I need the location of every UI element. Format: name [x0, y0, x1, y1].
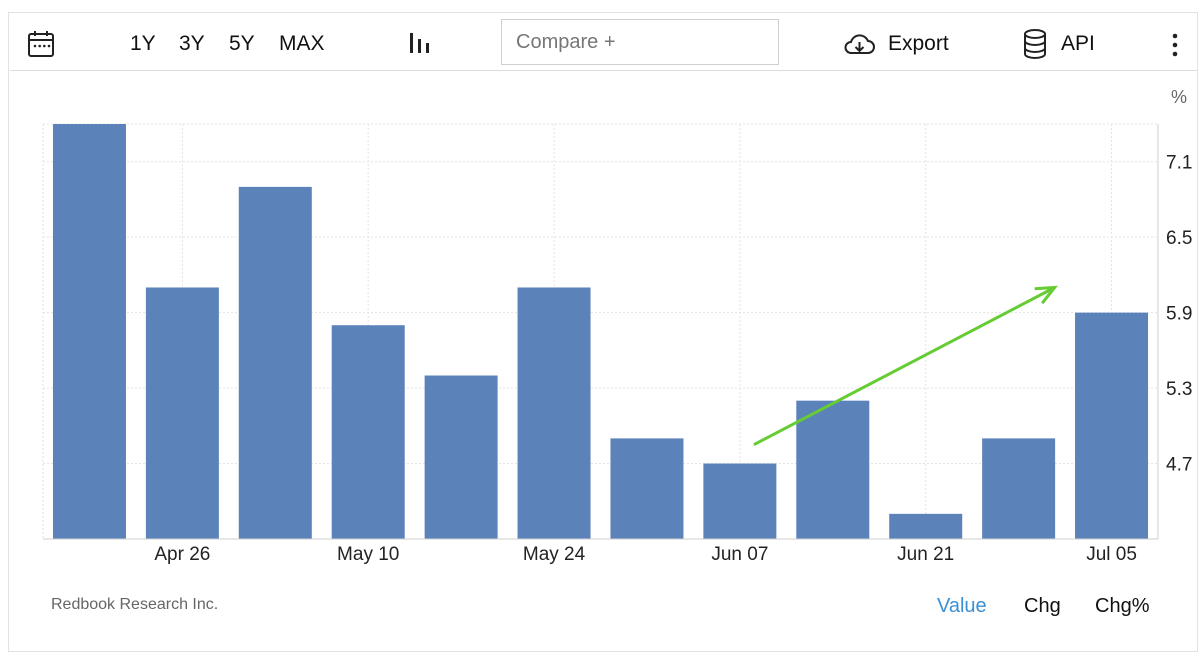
bar — [703, 463, 777, 539]
bar — [145, 287, 219, 539]
y-tick-label: 5.3 — [1166, 379, 1192, 400]
mode-value-tab[interactable]: Value — [937, 595, 987, 618]
x-tick-label: Apr 26 — [154, 544, 210, 565]
bar — [610, 438, 684, 539]
y-tick-label: 4.7 — [1166, 455, 1192, 476]
bar — [796, 400, 870, 539]
bar — [52, 124, 126, 539]
y-unit-label: % — [1171, 87, 1187, 107]
bar — [1075, 312, 1149, 539]
bar — [517, 287, 591, 539]
y-tick-label: 7.1 — [1166, 153, 1192, 174]
x-tick-label: Jun 07 — [711, 544, 768, 565]
y-tick-label: 5.9 — [1166, 304, 1192, 325]
mode-chg-tab[interactable]: Chg — [1024, 595, 1061, 618]
bar-chart: 4.7 5.3 5.9 6.5 7.1% Apr 26 May 10 May 24 Jun 07… — [42, 87, 1192, 565]
mode-chg-percent-tab[interactable]: Chg% — [1095, 595, 1149, 618]
x-tick-label: Jun 21 — [897, 544, 954, 565]
bar — [889, 513, 963, 539]
bar — [982, 438, 1056, 539]
annotation-arrow-line — [753, 286, 1056, 447]
y-tick-label: 6.5 — [1166, 228, 1192, 249]
bar — [238, 186, 312, 539]
x-tick-label: Jul 05 — [1086, 544, 1137, 565]
source-credit: Redbook Research Inc. — [51, 596, 219, 613]
x-tick-label: May 24 — [523, 544, 586, 565]
x-tick-label: May 10 — [337, 544, 399, 565]
bar — [331, 325, 405, 539]
bar — [424, 375, 498, 539]
